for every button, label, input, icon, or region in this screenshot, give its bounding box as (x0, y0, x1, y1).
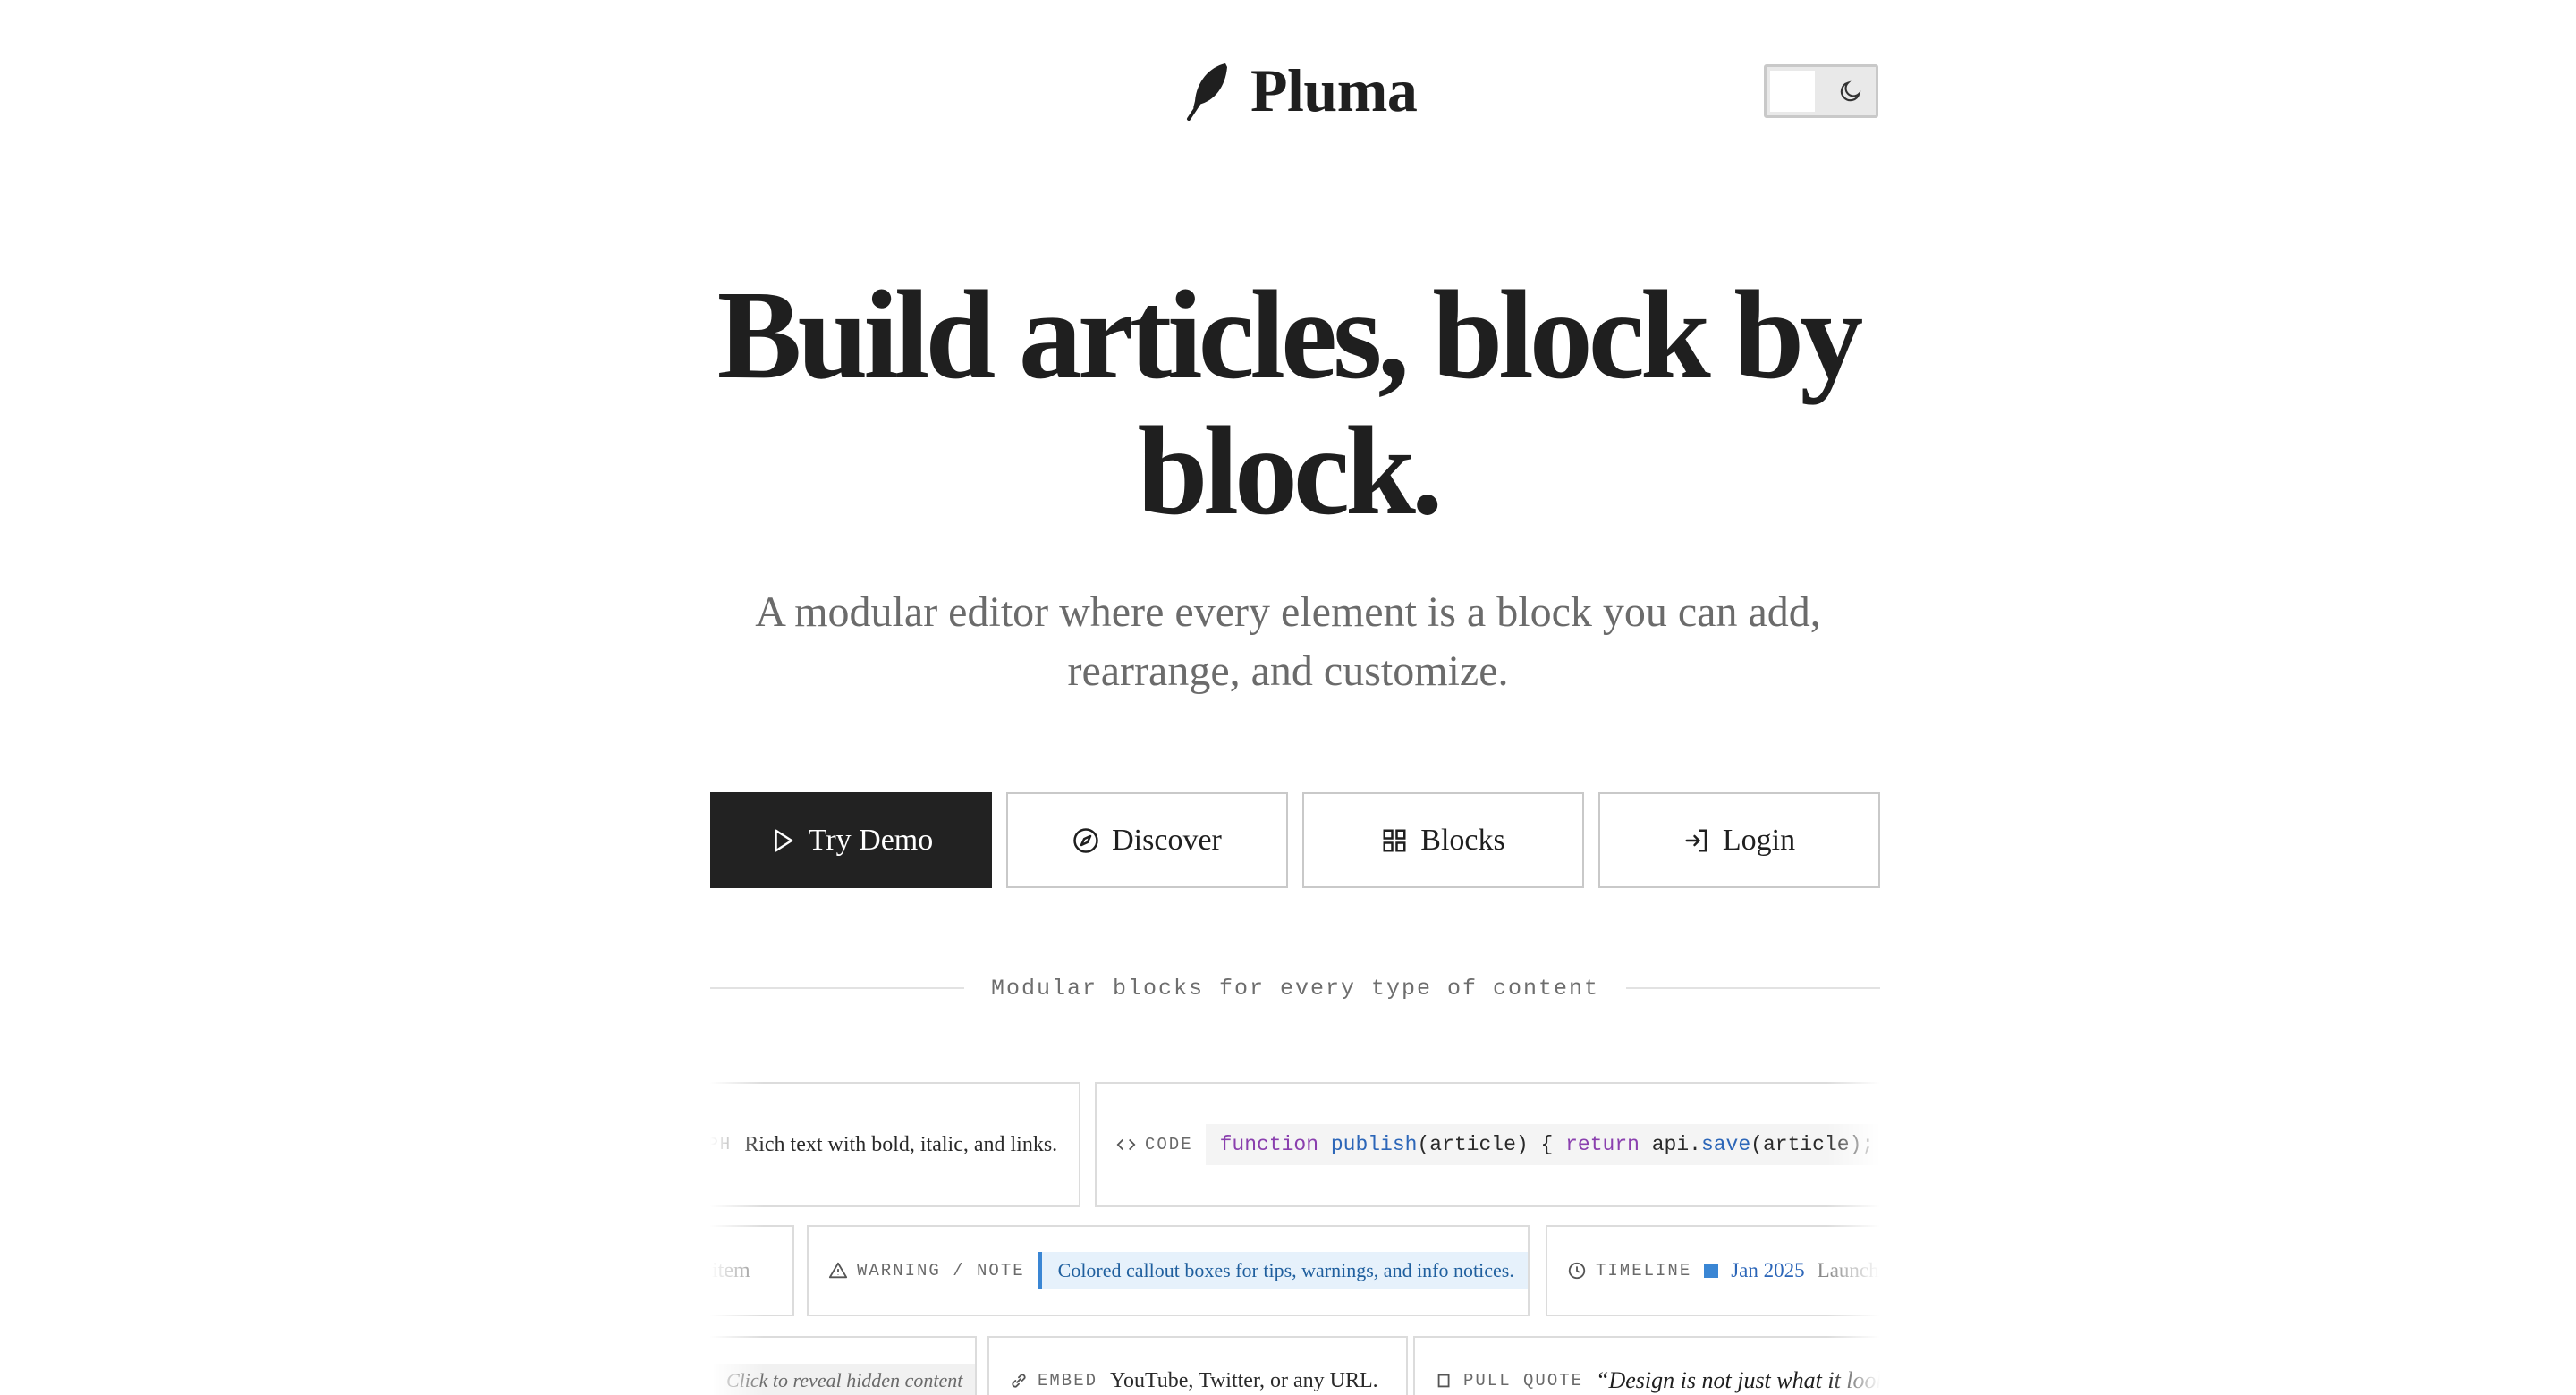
code-token: return (1565, 1133, 1640, 1156)
spoiler-block-card[interactable]: Click to reveal hidden content (710, 1336, 977, 1395)
divider-line-right (1626, 987, 1881, 989)
blocks-showcase: APH Rich text with bold, italic, and lin… (710, 1082, 1880, 1395)
blocks-button[interactable]: Blocks (1302, 792, 1584, 888)
compass-icon (1073, 827, 1098, 853)
brand-name: Pluma (1250, 56, 1418, 124)
quote-icon (1437, 1374, 1450, 1388)
toggle-knob (1770, 71, 1815, 112)
link-icon (1012, 1374, 1026, 1388)
code-snippet: function publish(article) { return api.s… (1205, 1124, 1880, 1165)
timeline-tag: TIMELINE (1567, 1261, 1691, 1281)
list-block-card[interactable]: d item (710, 1225, 794, 1316)
code-token: api. (1639, 1133, 1701, 1156)
try-demo-button[interactable]: Try Demo (710, 792, 992, 888)
paragraph-tag-label: APH (710, 1135, 733, 1154)
hero-title: Build articles, block by block. (716, 264, 1864, 541)
pullquote-block-card[interactable]: PULL QUOTE “Design is not just what it l… (1413, 1336, 1880, 1395)
warning-icon (828, 1262, 848, 1279)
timeline-marker (1704, 1264, 1719, 1278)
discover-label: Discover (1112, 823, 1222, 857)
paragraph-tag: APH (710, 1135, 732, 1154)
paragraph-text: Rich text with bold, italic, and links. (744, 1132, 1058, 1156)
action-buttons: Try Demo Discover Blocks Login (710, 792, 1880, 888)
play-icon (775, 829, 792, 851)
timeline-tag-label: TIMELINE (1596, 1261, 1692, 1281)
embed-block-card[interactable]: EMBED YouTube, Twitter, or any URL. (987, 1336, 1408, 1395)
pullquote-tag: PULL QUOTE (1435, 1371, 1583, 1391)
embed-tag: EMBED (1009, 1371, 1097, 1391)
code-token: function (1219, 1133, 1319, 1156)
login-label: Login (1722, 823, 1796, 857)
code-token: publish (1330, 1133, 1418, 1156)
try-demo-label: Try Demo (808, 823, 934, 857)
blocks-label: Blocks (1420, 823, 1505, 857)
site-header: Pluma (0, 0, 2576, 179)
pullquote-text: “Design is not just what it looks (1596, 1367, 1880, 1393)
login-icon (1685, 829, 1707, 851)
clock-icon (1568, 1262, 1586, 1280)
callout-box: Colored callout boxes for tips, warnings… (1037, 1252, 1528, 1289)
list-text: d item (710, 1258, 750, 1282)
callout-block-card[interactable]: WARNING / NOTE Colored callout boxes for… (807, 1225, 1530, 1316)
discover-button[interactable]: Discover (1006, 792, 1288, 888)
moon-icon (1840, 80, 1861, 102)
theme-toggle[interactable] (1764, 64, 1878, 118)
code-token: (article) { (1417, 1133, 1566, 1156)
timeline-date: Jan 2025 (1731, 1259, 1805, 1281)
embed-tag-label: EMBED (1038, 1371, 1098, 1391)
timeline-block-card[interactable]: TIMELINE Jan 2025 Launch (1546, 1225, 1880, 1316)
grid-icon (1383, 829, 1406, 851)
callout-tag: WARNING / NOTE (828, 1261, 1025, 1281)
code-token: save (1700, 1133, 1751, 1156)
code-block-card[interactable]: CODE function publish(article) { return … (1095, 1082, 1880, 1207)
code-icon (1116, 1138, 1136, 1151)
timeline-event: Launch (1817, 1259, 1879, 1281)
hero-subtitle: A modular editor where every element is … (755, 588, 1821, 695)
spoiler-text: Click to reveal hidden content (714, 1364, 975, 1395)
brand-logo[interactable]: Pluma (1186, 55, 1418, 126)
login-button[interactable]: Login (1598, 792, 1880, 888)
paragraph-block-card[interactable]: APH Rich text with bold, italic, and lin… (710, 1082, 1080, 1207)
feather-icon (1187, 63, 1227, 121)
section-divider: Modular blocks for every type of content (710, 973, 1881, 1003)
callout-tag-label: WARNING / NOTE (857, 1261, 1025, 1281)
embed-text: YouTube, Twitter, or any URL. (1110, 1368, 1378, 1392)
section-label: Modular blocks for every type of content (990, 975, 1600, 1002)
code-token: (article); (1750, 1133, 1875, 1156)
pullquote-tag-label: PULL QUOTE (1463, 1371, 1584, 1391)
code-tag: CODE (1116, 1135, 1193, 1154)
divider-line-left (710, 987, 964, 989)
code-tag-label: CODE (1145, 1135, 1193, 1154)
